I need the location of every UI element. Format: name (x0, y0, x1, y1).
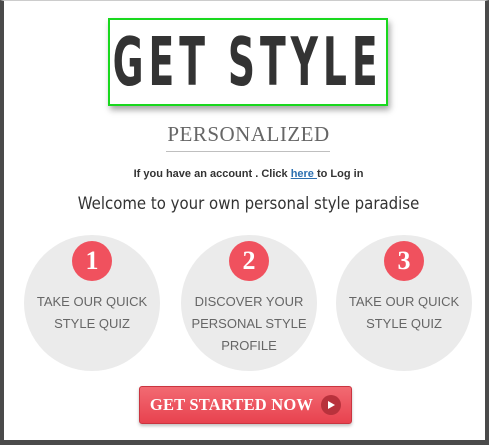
step-number-2: 2 (229, 241, 269, 281)
login-prompt-prefix: If you have an account . Click (133, 168, 291, 180)
step-number-3: 3 (384, 241, 424, 281)
login-prompt: If you have an account . Click here to L… (4, 168, 489, 180)
login-prompt-suffix: to Log in (316, 168, 364, 180)
step-3-line-2: STYLE QUIZ (366, 316, 442, 331)
step-3-line-1: TAKE OUR QUICK (348, 294, 460, 309)
step-circle-1: 1 TAKE OUR QUICK STYLE QUIZ (24, 235, 160, 371)
step-circle-2: 2 DISCOVER YOUR PERSONAL STYLE PROFILE (181, 235, 317, 371)
logo-text: GET STYLE (113, 22, 383, 102)
get-started-button[interactable]: GET STARTED NOW (139, 386, 352, 424)
page-subtitle: PERSONALIZED (167, 122, 330, 146)
step-1-line-2: STYLE QUIZ (54, 316, 130, 331)
step-text-2: DISCOVER YOUR PERSONAL STYLE PROFILE (181, 291, 317, 357)
step-text-1: TAKE OUR QUICK STYLE QUIZ (24, 291, 160, 335)
logo-box: GET STYLE (108, 18, 388, 106)
step-circle-3: 3 TAKE OUR QUICK STYLE QUIZ (336, 235, 472, 371)
get-started-label: GET STARTED NOW (149, 395, 314, 414)
step-text-3: TAKE OUR QUICK STYLE QUIZ (336, 291, 472, 335)
login-link[interactable]: here (291, 168, 317, 180)
step-1-line-1: TAKE OUR QUICK (36, 294, 148, 309)
subtitle-divider (166, 151, 330, 152)
step-2-line-2: PERSONAL STYLE (191, 316, 307, 331)
welcome-text: Welcome to your own personal style parad… (77, 194, 420, 214)
page-frame: GET STYLE PERSONALIZED If you have an ac… (0, 0, 489, 445)
play-icon (321, 395, 342, 415)
step-2-line-1: DISCOVER YOUR (194, 294, 304, 309)
step-2-line-3: PROFILE (221, 338, 277, 353)
step-number-1: 1 (72, 241, 112, 281)
